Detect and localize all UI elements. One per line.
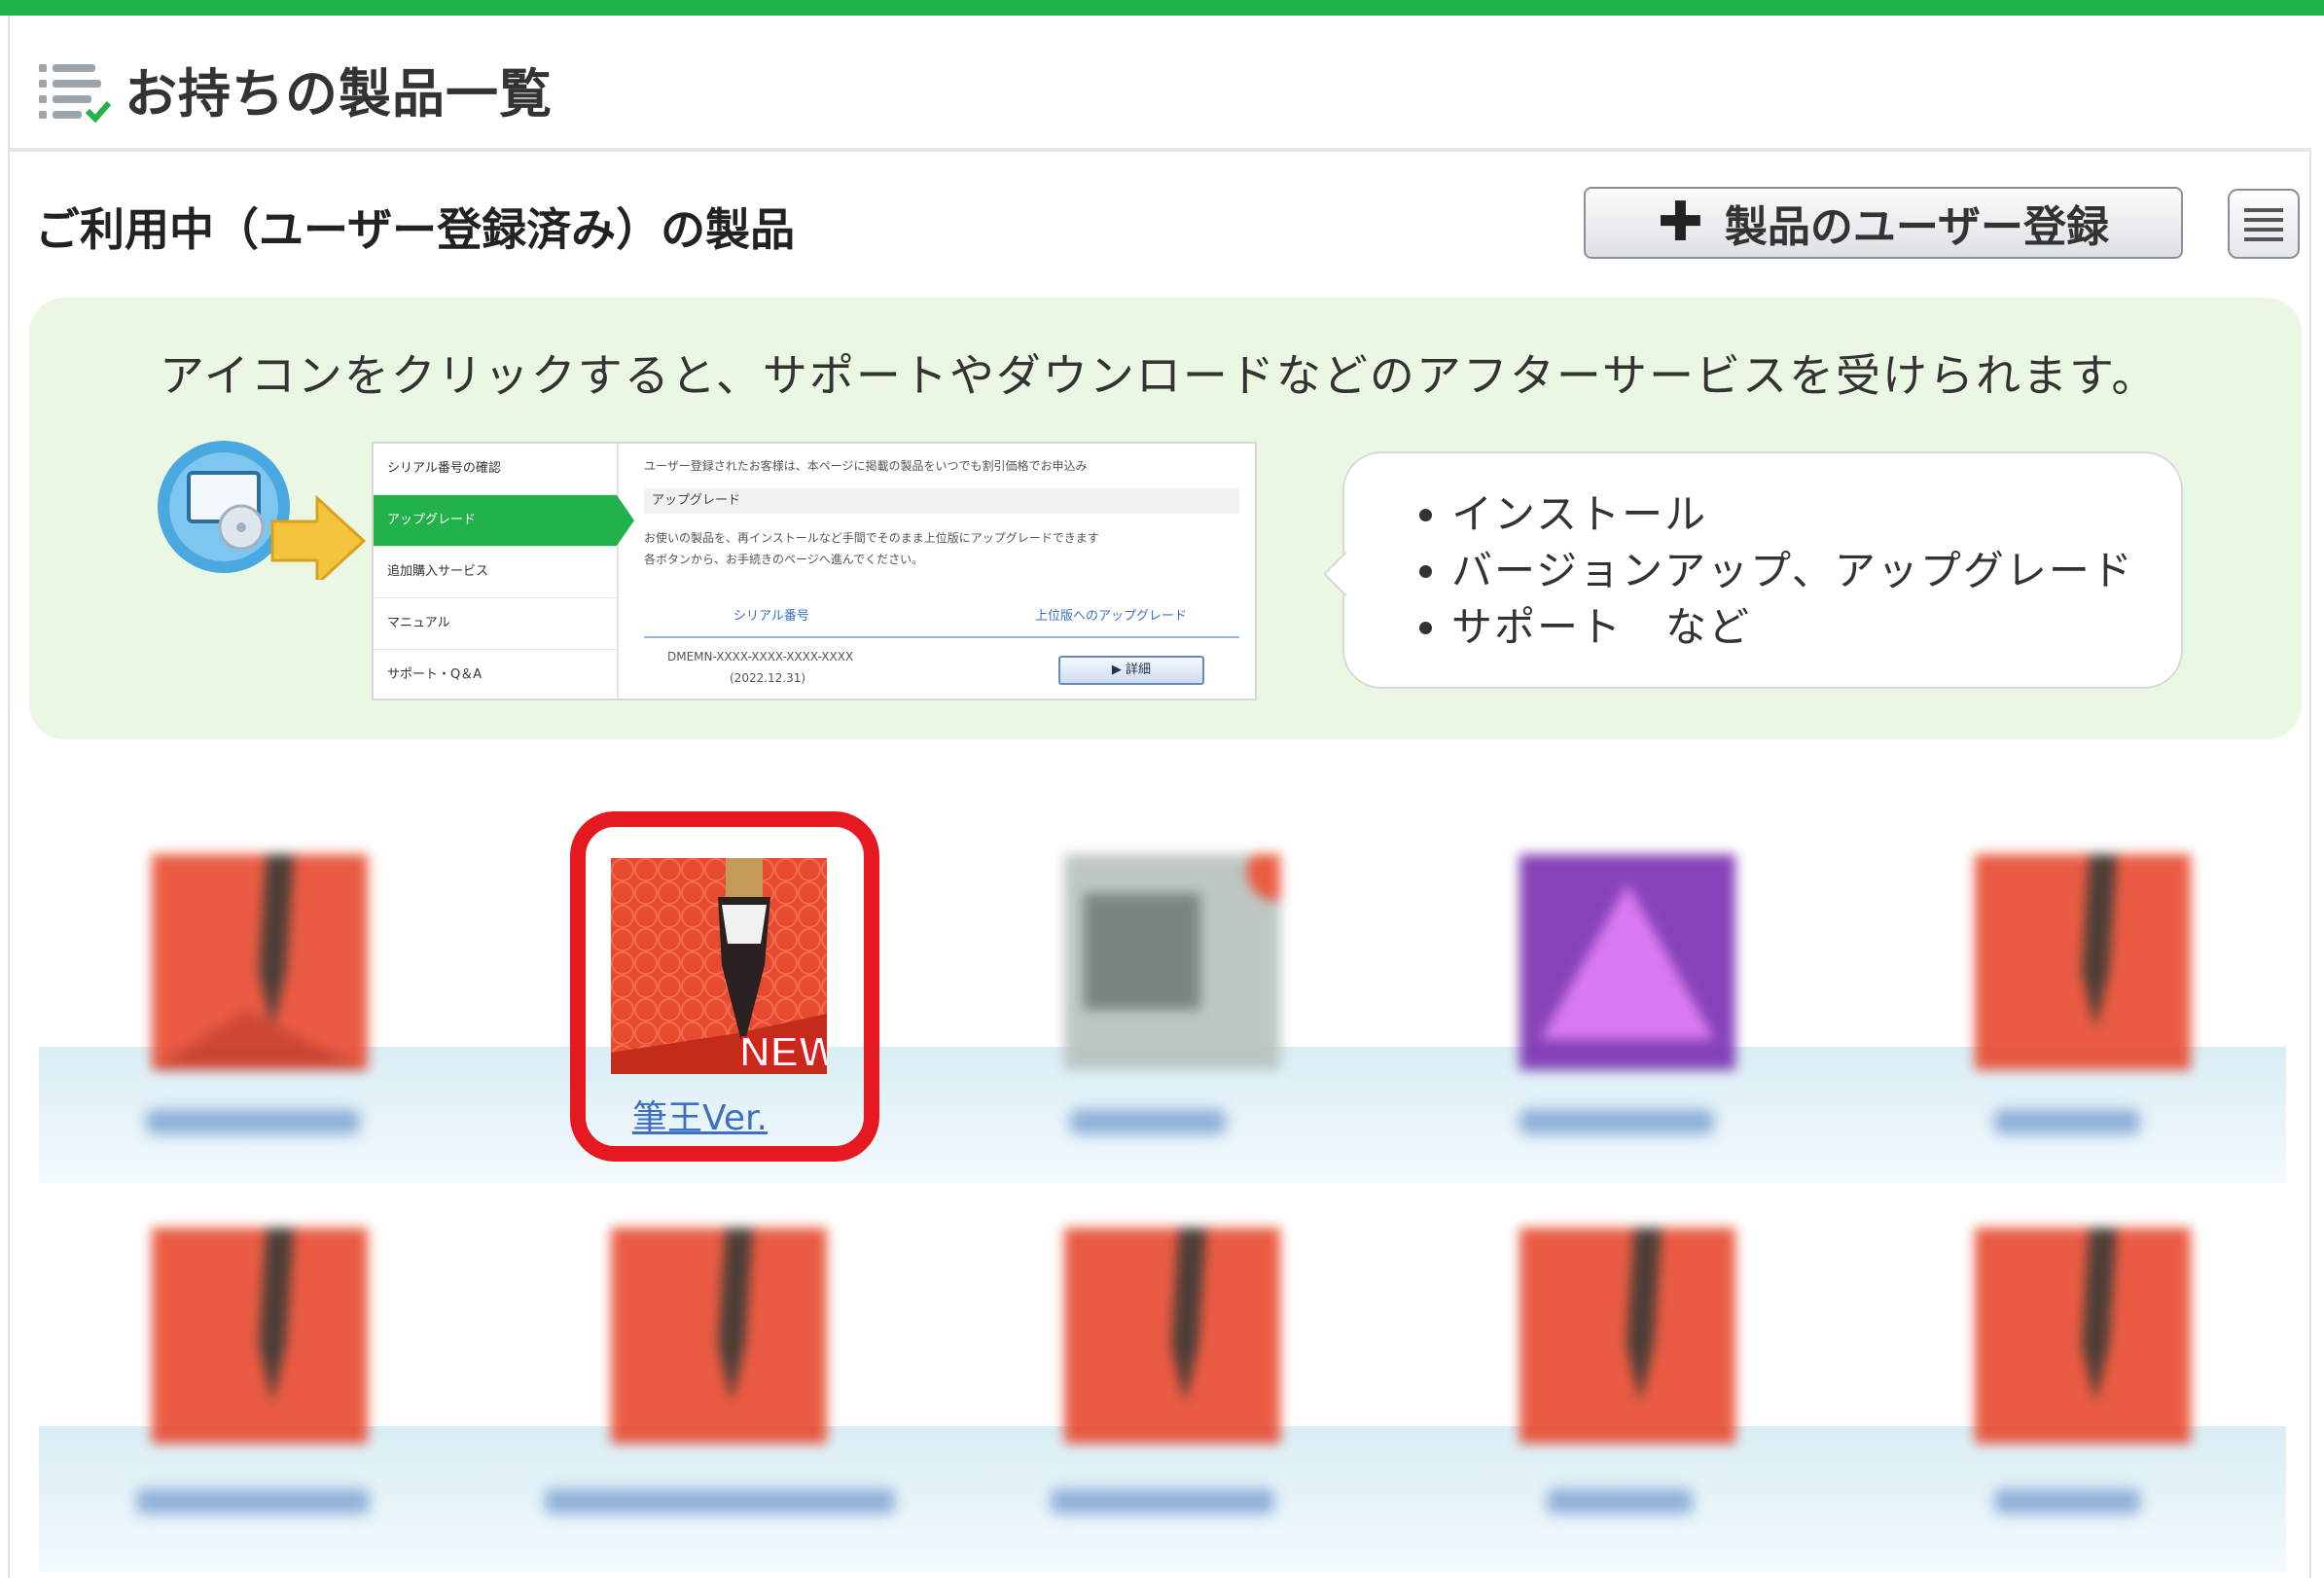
product-tile[interactable] <box>1520 854 1735 1070</box>
brush-product-icon <box>1975 854 2191 1070</box>
example-detail-button: ▶ 詳細 <box>1058 656 1204 685</box>
example-heading: アップグレード <box>644 488 1239 514</box>
page-title: お持ちの製品一覧 <box>125 63 553 125</box>
example-sidebar-item-active: アップグレード <box>374 495 634 547</box>
brush-product-icon <box>1975 1228 2191 1444</box>
page-header: お持ちの製品一覧 <box>10 16 2311 152</box>
computer-download-icon <box>158 441 367 580</box>
example-main: ユーザー登録されたお客様は、本ページに掲載の製品をいつでも割引価格でお申込み ア… <box>628 444 1251 699</box>
menu-button[interactable] <box>2228 189 2300 259</box>
services-bubble: インストール バージョンアップ、アップグレード サポート など <box>1323 451 2183 689</box>
product-tile[interactable] <box>1520 1228 1735 1444</box>
product-tile[interactable] <box>1975 854 2191 1070</box>
example-sidebar-item: 追加購入サービス <box>374 547 617 598</box>
service-item: インストール <box>1451 486 2181 543</box>
top-accent-bar <box>0 0 2324 16</box>
product-label-blurred[interactable] <box>545 1488 895 1514</box>
section-title: ご利用中（ユーザー登録済み）の製品 <box>35 203 796 256</box>
product-label-blurred[interactable] <box>1070 1109 1226 1134</box>
example-serial: DMEMN-XXXX-XXXX-XXXX-XXXX <box>667 650 854 663</box>
menu-lines-icon <box>2244 208 2283 241</box>
product-label-blurred[interactable] <box>1994 1109 2140 1134</box>
product-tile[interactable] <box>152 854 368 1070</box>
product-tile[interactable] <box>1064 843 1305 1070</box>
brush-product-icon <box>1064 1228 1280 1444</box>
purple-product-icon <box>1520 854 1735 1070</box>
product-label-blurred[interactable] <box>146 1109 360 1134</box>
brush-product-icon <box>1520 1228 1735 1444</box>
info-panel: アイコンをクリックすると、サポートやダウンロードなどのアフターサービスを受けられ… <box>29 298 2302 739</box>
product-label-blurred[interactable] <box>1520 1109 1714 1134</box>
plus-icon: ✚ <box>1657 191 1703 254</box>
info-text: アイコンをクリックすると、サポートやダウンロードなどのアフターサービスを受けられ… <box>160 349 2159 402</box>
product-tile[interactable] <box>152 1228 368 1444</box>
service-item: サポート など <box>1451 599 2181 656</box>
product-label-blurred[interactable] <box>1994 1488 2140 1514</box>
example-screenshot: シリアル番号の確認 アップグレード 追加購入サービス マニュアル サポート・Q＆… <box>372 442 1257 700</box>
product-tile[interactable] <box>1975 1228 2191 1444</box>
example-sidebar: シリアル番号の確認 アップグレード 追加購入サービス マニュアル サポート・Q＆… <box>374 444 634 699</box>
example-date: (2022.12.31) <box>730 671 806 685</box>
service-item: バージョンアップ、アップグレード <box>1451 543 2181 599</box>
product-label-blurred[interactable] <box>136 1488 370 1514</box>
example-desc-line: お使いの製品を、再インストールなど手間でそのまま上位版にアップグレードできます <box>644 531 1099 545</box>
example-sidebar-item: シリアル番号の確認 <box>374 444 617 495</box>
brush-product-icon <box>152 1228 368 1444</box>
services-list: インストール バージョンアップ、アップグレード サポート など <box>1344 453 2181 656</box>
register-product-label: 製品のユーザー登録 <box>1724 202 2110 252</box>
example-desc-line: 各ボタンから、お手続きのページへ進んでください。 <box>644 553 924 566</box>
highlight-frame <box>570 811 879 1162</box>
product-tile[interactable] <box>611 1228 827 1444</box>
brush-product-icon <box>611 1228 827 1444</box>
example-separator <box>644 636 1239 638</box>
example-sidebar-item: マニュアル <box>374 598 617 650</box>
product-tile[interactable] <box>1064 1228 1280 1444</box>
example-intro: ユーザー登録されたお客様は、本ページに掲載の製品をいつでも割引価格でお申込み <box>644 459 1088 473</box>
brush-product-icon <box>152 854 368 1070</box>
photo-product-icon <box>1064 843 1305 1070</box>
example-col-serial: シリアル番号 <box>733 609 809 624</box>
example-col-upgrade: 上位版へのアップグレード <box>1035 609 1188 624</box>
list-check-icon <box>39 64 111 124</box>
product-label-blurred[interactable] <box>1547 1488 1693 1514</box>
register-product-button[interactable]: ✚ 製品のユーザー登録 <box>1584 187 2183 259</box>
product-label-blurred[interactable] <box>1051 1488 1274 1514</box>
example-sidebar-item: サポート・Q＆A <box>374 650 617 699</box>
